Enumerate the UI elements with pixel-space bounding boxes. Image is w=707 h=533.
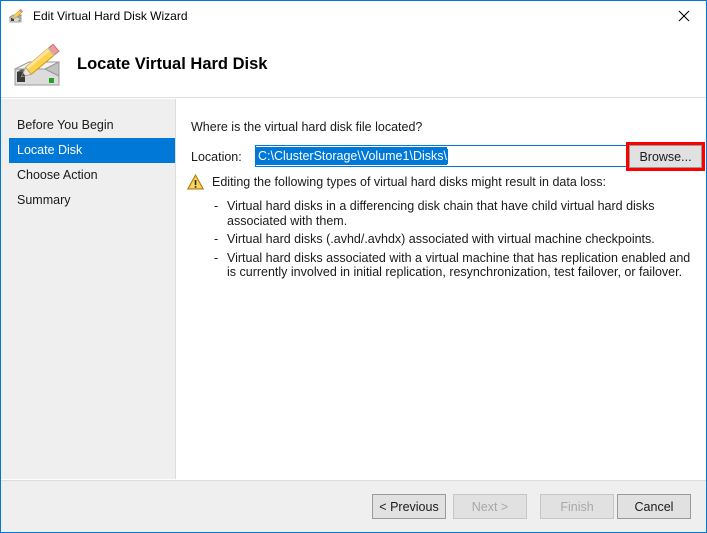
browse-button-highlight: Browse... — [626, 142, 705, 171]
finish-button: Finish — [540, 494, 614, 519]
warning-triangle-icon — [186, 173, 205, 190]
location-row: Location: C:\ClusterStorage\Volume1\Disk… — [191, 142, 705, 171]
sidebar-item-before-you-begin[interactable]: Before You Begin — [9, 113, 175, 138]
warning-list: - Virtual hard disks in a differencing d… — [186, 199, 691, 280]
previous-button[interactable]: < Previous — [372, 494, 446, 519]
warning-heading: Editing the following types of virtual h… — [212, 175, 606, 189]
list-item: - Virtual hard disks (.avhd/.avhdx) asso… — [186, 232, 691, 247]
text-caret — [446, 148, 448, 164]
warning-heading-row: Editing the following types of virtual h… — [186, 173, 691, 193]
edit-virtual-hard-disk-icon — [8, 8, 25, 24]
wizard-header: Locate Virtual Hard Disk — [1, 31, 706, 98]
question-label: Where is the virtual hard disk file loca… — [191, 120, 423, 134]
wizard-steps-sidebar: Before You Begin Locate Disk Choose Acti… — [1, 99, 176, 479]
edit-virtual-hard-disk-wizard-window: Edit Virtual Hard Disk Wizard Locate Vir… — [0, 0, 707, 533]
bullet-marker: - — [214, 250, 219, 265]
location-label: Location: — [191, 150, 242, 164]
list-item: - Virtual hard disks in a differencing d… — [186, 199, 691, 228]
title-bar: Edit Virtual Hard Disk Wizard — [1, 1, 706, 31]
sidebar-item-summary[interactable]: Summary — [9, 188, 175, 213]
location-input[interactable]: C:\ClusterStorage\Volume1\Disks\ — [255, 145, 628, 167]
wizard-footer: < Previous Next > Finish Cancel — [1, 480, 706, 532]
next-button: Next > — [453, 494, 527, 519]
bullet-marker: - — [214, 199, 219, 213]
browse-button[interactable]: Browse... — [629, 145, 702, 168]
sidebar-item-locate-disk[interactable]: Locate Disk — [9, 138, 175, 163]
close-icon — [678, 10, 689, 21]
bullet-marker: - — [214, 232, 219, 246]
wizard-body: Before You Begin Locate Disk Choose Acti… — [1, 99, 706, 479]
list-item-text: Virtual hard disks associated with a vir… — [227, 250, 691, 280]
cancel-button[interactable]: Cancel — [617, 494, 691, 519]
window-title: Edit Virtual Hard Disk Wizard — [33, 9, 188, 23]
list-item: - Virtual hard disks associated with a v… — [186, 251, 691, 280]
page-title: Locate Virtual Hard Disk — [77, 54, 268, 73]
list-item-text: Virtual hard disks in a differencing dis… — [227, 199, 655, 228]
wizard-content-panel: Where is the virtual hard disk file loca… — [177, 99, 706, 479]
list-item-text: Virtual hard disks (.avhd/.avhdx) associ… — [227, 232, 655, 246]
close-button[interactable] — [661, 1, 706, 30]
hard-disk-with-pencil-icon — [11, 39, 67, 89]
sidebar-item-choose-action[interactable]: Choose Action — [9, 163, 175, 188]
warning-block: Editing the following types of virtual h… — [186, 173, 691, 284]
location-input-value: C:\ClusterStorage\Volume1\Disks\ — [256, 147, 447, 165]
